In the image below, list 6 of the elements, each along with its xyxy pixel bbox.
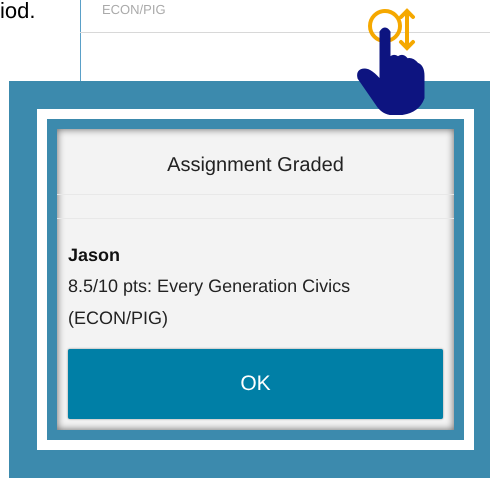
grade-message: 8.5/10 pts: Every Generation Civics (ECON/PIG) <box>68 275 352 330</box>
ok-button[interactable]: OK <box>68 349 443 419</box>
row-subtitle: ECON/PIG <box>102 1 166 19</box>
student-name: Jason <box>68 244 120 267</box>
dialog-title: Assignment Graded <box>167 153 344 178</box>
cut-text: iod. <box>0 0 36 22</box>
